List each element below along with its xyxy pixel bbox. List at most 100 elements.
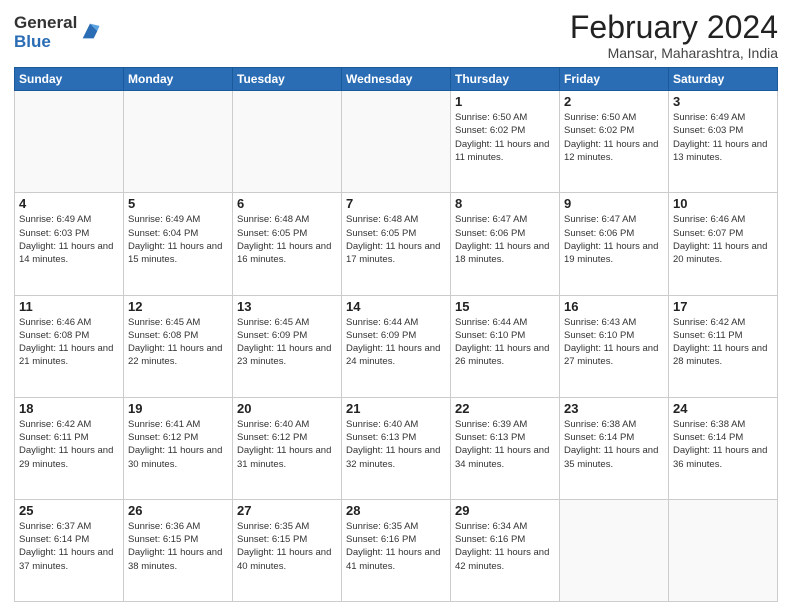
day-number: 10 [673, 196, 773, 211]
day-info: Sunrise: 6:47 AM Sunset: 6:06 PM Dayligh… [564, 213, 664, 266]
day-info: Sunrise: 6:37 AM Sunset: 6:14 PM Dayligh… [19, 520, 119, 573]
calendar-cell: 21Sunrise: 6:40 AM Sunset: 6:13 PM Dayli… [342, 397, 451, 499]
logo-general: General [14, 14, 77, 33]
day-info: Sunrise: 6:40 AM Sunset: 6:12 PM Dayligh… [237, 418, 337, 471]
day-info: Sunrise: 6:36 AM Sunset: 6:15 PM Dayligh… [128, 520, 228, 573]
calendar-cell: 11 Sunrise: 6:46 AM Sunset: 6:08 PM Dayli… [15, 295, 124, 397]
day-info: Sunrise: 6:50 AM Sunset: 6:02 PM Dayligh… [455, 111, 555, 164]
calendar-cell [15, 91, 124, 193]
col-tuesday: Tuesday [233, 68, 342, 91]
calendar-cell [342, 91, 451, 193]
day-info: Sunrise: 6:38 AM Sunset: 6:14 PM Dayligh… [564, 418, 664, 471]
location: Mansar, Maharashtra, India [570, 45, 778, 61]
calendar-cell [560, 499, 669, 601]
day-number: 8 [455, 196, 555, 211]
day-number: 29 [455, 503, 555, 518]
calendar-cell: 18Sunrise: 6:42 AM Sunset: 6:11 PM Dayli… [15, 397, 124, 499]
day-number: 26 [128, 503, 228, 518]
calendar-cell [124, 91, 233, 193]
calendar-cell: 22 Sunrise: 6:39 AM Sunset: 6:13 PM Dayli… [451, 397, 560, 499]
day-number: 20 [237, 401, 337, 416]
day-number: 3 [673, 94, 773, 109]
day-number: 25 [19, 503, 119, 518]
calendar-cell: 14Sunrise: 6:44 AM Sunset: 6:09 PM Dayli… [342, 295, 451, 397]
day-info: Sunrise: 6:49 AM Sunset: 6:03 PM Dayligh… [673, 111, 773, 164]
day-info: Sunrise: 6:35 AM Sunset: 6:16 PM Dayligh… [346, 520, 446, 573]
logo-icon [79, 20, 101, 42]
calendar-cell: 20 Sunrise: 6:40 AM Sunset: 6:12 PM Dayli… [233, 397, 342, 499]
day-info: Sunrise: 6:49 AM Sunset: 6:04 PM Dayligh… [128, 213, 228, 266]
day-info: Sunrise: 6:44 AM Sunset: 6:10 PM Dayligh… [455, 316, 555, 369]
logo-blue: Blue [14, 33, 77, 52]
title-block: February 2024 Mansar, Maharashtra, India [570, 10, 778, 61]
calendar-week-row-2: 4 Sunrise: 6:49 AM Sunset: 6:03 PM Daylig… [15, 193, 778, 295]
calendar-cell: 19Sunrise: 6:41 AM Sunset: 6:12 PM Dayli… [124, 397, 233, 499]
day-number: 23 [564, 401, 664, 416]
logo-text: General Blue [14, 14, 77, 51]
day-info: Sunrise: 6:48 AM Sunset: 6:05 PM Dayligh… [237, 213, 337, 266]
col-sunday: Sunday [15, 68, 124, 91]
day-number: 9 [564, 196, 664, 211]
calendar-cell: 15 Sunrise: 6:44 AM Sunset: 6:10 PM Dayli… [451, 295, 560, 397]
calendar-cell: 29 Sunrise: 6:34 AM Sunset: 6:16 PM Dayli… [451, 499, 560, 601]
day-info: Sunrise: 6:35 AM Sunset: 6:15 PM Dayligh… [237, 520, 337, 573]
day-info: Sunrise: 6:39 AM Sunset: 6:13 PM Dayligh… [455, 418, 555, 471]
day-info: Sunrise: 6:45 AM Sunset: 6:08 PM Dayligh… [128, 316, 228, 369]
day-number: 16 [564, 299, 664, 314]
calendar-week-row-1: 1Sunrise: 6:50 AM Sunset: 6:02 PM Daylig… [15, 91, 778, 193]
logo: General Blue [14, 14, 101, 51]
day-number: 28 [346, 503, 446, 518]
day-number: 4 [19, 196, 119, 211]
day-info: Sunrise: 6:41 AM Sunset: 6:12 PM Dayligh… [128, 418, 228, 471]
calendar-table: Sunday Monday Tuesday Wednesday Thursday… [14, 67, 778, 602]
day-info: Sunrise: 6:46 AM Sunset: 6:07 PM Dayligh… [673, 213, 773, 266]
page: General Blue February 2024 Mansar, Mahar… [0, 0, 792, 612]
day-number: 12 [128, 299, 228, 314]
calendar-cell: 2 Sunrise: 6:50 AM Sunset: 6:02 PM Daylig… [560, 91, 669, 193]
calendar-week-row-4: 18Sunrise: 6:42 AM Sunset: 6:11 PM Dayli… [15, 397, 778, 499]
calendar-cell [669, 499, 778, 601]
day-number: 14 [346, 299, 446, 314]
calendar-cell: 27 Sunrise: 6:35 AM Sunset: 6:15 PM Dayli… [233, 499, 342, 601]
calendar-cell [233, 91, 342, 193]
calendar-cell: 9 Sunrise: 6:47 AM Sunset: 6:06 PM Daylig… [560, 193, 669, 295]
calendar-cell: 12 Sunrise: 6:45 AM Sunset: 6:08 PM Dayli… [124, 295, 233, 397]
day-number: 6 [237, 196, 337, 211]
day-number: 2 [564, 94, 664, 109]
col-saturday: Saturday [669, 68, 778, 91]
header: General Blue February 2024 Mansar, Mahar… [14, 10, 778, 61]
day-number: 15 [455, 299, 555, 314]
calendar-cell: 16Sunrise: 6:43 AM Sunset: 6:10 PM Dayli… [560, 295, 669, 397]
day-number: 22 [455, 401, 555, 416]
day-number: 13 [237, 299, 337, 314]
day-number: 21 [346, 401, 446, 416]
day-info: Sunrise: 6:48 AM Sunset: 6:05 PM Dayligh… [346, 213, 446, 266]
day-number: 5 [128, 196, 228, 211]
calendar-cell: 5 Sunrise: 6:49 AM Sunset: 6:04 PM Daylig… [124, 193, 233, 295]
col-wednesday: Wednesday [342, 68, 451, 91]
day-info: Sunrise: 6:50 AM Sunset: 6:02 PM Dayligh… [564, 111, 664, 164]
calendar-week-row-5: 25 Sunrise: 6:37 AM Sunset: 6:14 PM Dayli… [15, 499, 778, 601]
day-info: Sunrise: 6:47 AM Sunset: 6:06 PM Dayligh… [455, 213, 555, 266]
calendar-cell: 6 Sunrise: 6:48 AM Sunset: 6:05 PM Daylig… [233, 193, 342, 295]
calendar-week-row-3: 11 Sunrise: 6:46 AM Sunset: 6:08 PM Dayli… [15, 295, 778, 397]
day-number: 11 [19, 299, 119, 314]
day-number: 7 [346, 196, 446, 211]
calendar-cell: 7 Sunrise: 6:48 AM Sunset: 6:05 PM Daylig… [342, 193, 451, 295]
calendar-cell: 8 Sunrise: 6:47 AM Sunset: 6:06 PM Daylig… [451, 193, 560, 295]
day-info: Sunrise: 6:34 AM Sunset: 6:16 PM Dayligh… [455, 520, 555, 573]
day-info: Sunrise: 6:49 AM Sunset: 6:03 PM Dayligh… [19, 213, 119, 266]
day-info: Sunrise: 6:46 AM Sunset: 6:08 PM Dayligh… [19, 316, 119, 369]
day-number: 17 [673, 299, 773, 314]
day-info: Sunrise: 6:38 AM Sunset: 6:14 PM Dayligh… [673, 418, 773, 471]
calendar-cell: 28 Sunrise: 6:35 AM Sunset: 6:16 PM Dayli… [342, 499, 451, 601]
calendar-cell: 1Sunrise: 6:50 AM Sunset: 6:02 PM Daylig… [451, 91, 560, 193]
day-number: 27 [237, 503, 337, 518]
month-year: February 2024 [570, 10, 778, 45]
calendar-cell: 23 Sunrise: 6:38 AM Sunset: 6:14 PM Dayli… [560, 397, 669, 499]
col-friday: Friday [560, 68, 669, 91]
day-info: Sunrise: 6:42 AM Sunset: 6:11 PM Dayligh… [673, 316, 773, 369]
calendar-cell: 4 Sunrise: 6:49 AM Sunset: 6:03 PM Daylig… [15, 193, 124, 295]
calendar-cell: 25 Sunrise: 6:37 AM Sunset: 6:14 PM Dayli… [15, 499, 124, 601]
day-number: 24 [673, 401, 773, 416]
